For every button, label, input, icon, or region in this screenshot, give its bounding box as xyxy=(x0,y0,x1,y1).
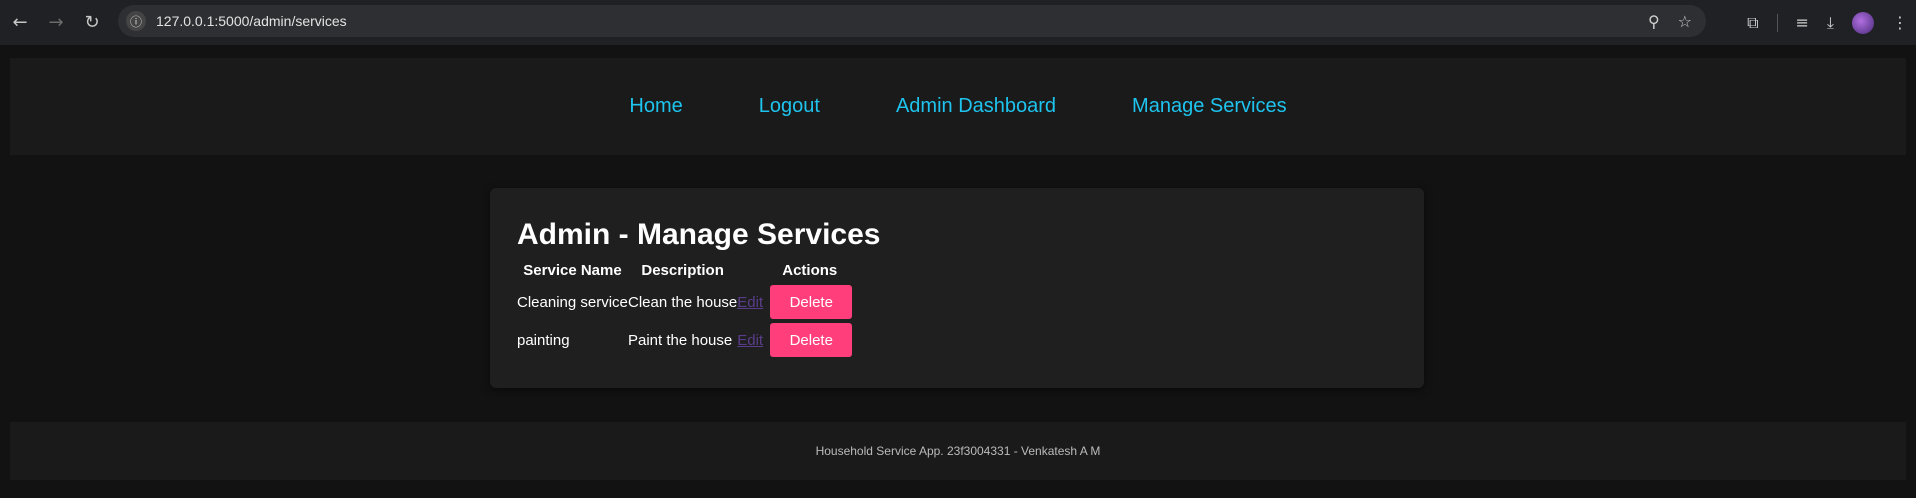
column-header-actions: Actions xyxy=(782,262,838,279)
site-footer: Household Service App. 23f3004331 - Venk… xyxy=(10,422,1906,480)
footer-text: Household Service App. 23f3004331 - Venk… xyxy=(815,444,1101,458)
star-icon[interactable]: ☆ xyxy=(1678,12,1692,31)
edit-link[interactable]: Edit xyxy=(737,294,763,311)
reload-icon[interactable]: ↻ xyxy=(74,5,110,41)
service-description-cell: Clean the house xyxy=(628,293,738,311)
profile-avatar[interactable] xyxy=(1852,11,1874,34)
download-icon[interactable]: ⤓ xyxy=(1827,13,1834,33)
nav-link-home[interactable]: Home xyxy=(629,95,682,118)
site-navbar: Home Logout Admin Dashboard Manage Servi… xyxy=(10,58,1906,155)
extensions-icon[interactable]: ⧉ xyxy=(1747,13,1758,33)
browser-toolbar: ← → ↻ ⓘ 127.0.0.1:5000/admin/services ⚲ … xyxy=(0,0,1916,45)
delete-button[interactable]: Delete xyxy=(770,285,853,319)
toolbar-divider xyxy=(1776,13,1778,32)
url-text[interactable]: 127.0.0.1:5000/admin/services xyxy=(156,13,347,29)
edit-link[interactable]: Edit xyxy=(737,332,763,349)
delete-button[interactable]: Delete xyxy=(770,323,853,357)
column-header-edit xyxy=(737,258,767,283)
service-name-cell: Cleaning service xyxy=(517,293,628,311)
table-row: painting Paint the house Edit Delete xyxy=(517,321,853,359)
nav-link-manage-services[interactable]: Manage Services xyxy=(1132,95,1287,118)
zoom-icon[interactable]: ⚲ xyxy=(1648,12,1660,31)
column-header-service-name: Service Name xyxy=(523,262,622,279)
page-title: Admin - Manage Services xyxy=(517,218,881,251)
service-description-cell: Paint the house xyxy=(628,331,733,349)
column-header-description: Description xyxy=(641,262,724,279)
nav-link-admin-dashboard[interactable]: Admin Dashboard xyxy=(896,95,1056,118)
services-card: Admin - Manage Services Service Name Des… xyxy=(490,188,1424,388)
site-info-icon[interactable]: ⓘ xyxy=(126,11,146,31)
nav-link-logout[interactable]: Logout xyxy=(759,95,820,118)
service-name-cell: painting xyxy=(517,331,570,349)
services-table: Service Name Description Actions Cleanin… xyxy=(517,258,853,359)
back-arrow-icon[interactable]: ← xyxy=(2,5,38,41)
forward-arrow-icon[interactable]: → xyxy=(38,5,74,41)
more-menu-icon[interactable]: ⋮ xyxy=(1892,13,1908,32)
address-bar[interactable]: ⓘ 127.0.0.1:5000/admin/services ⚲ ☆ xyxy=(118,5,1706,37)
table-header-row: Service Name Description Actions xyxy=(517,258,852,283)
media-control-icon[interactable]: ≡ xyxy=(1796,13,1809,32)
table-row: Cleaning service Clean the house Edit De… xyxy=(517,283,853,321)
